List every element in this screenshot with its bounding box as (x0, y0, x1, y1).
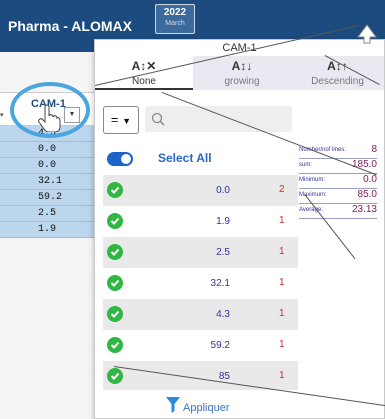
check-icon[interactable] (107, 306, 123, 322)
stat-row: Number/nof lines: 8 (299, 144, 379, 159)
search-icon (151, 112, 165, 126)
item-value: 4.3 (216, 309, 230, 320)
item-count: 1 (279, 246, 285, 257)
select-all-label: Select All (158, 151, 212, 165)
table-cell[interactable]: 0.0 (0, 158, 100, 174)
stat-value: 8 (371, 144, 377, 155)
item-value: 0.0 (216, 185, 230, 196)
month-label: March (165, 20, 185, 27)
item-value: 2.5 (216, 247, 230, 258)
item-value: 1.9 (216, 216, 230, 227)
stat-value: 185.0 (351, 159, 377, 170)
check-icon[interactable] (107, 213, 123, 229)
stat-row: Average: 23.13 (299, 204, 379, 219)
list-item[interactable]: 59.2 1 (103, 330, 298, 361)
list-item[interactable]: 4.3 1 (103, 299, 298, 330)
app-title: Pharma - ALOMAX (8, 18, 132, 34)
check-icon[interactable] (107, 275, 123, 291)
table-cell[interactable]: 2.5 (0, 206, 100, 222)
apply-label: Appliquer (183, 402, 230, 414)
check-icon[interactable] (107, 368, 123, 384)
search-input[interactable] (169, 109, 291, 131)
check-icon[interactable] (107, 244, 123, 260)
stat-label: sum: (299, 162, 313, 168)
item-count: 1 (279, 308, 285, 319)
item-count: 1 (279, 215, 285, 226)
pointing-hand-icon (38, 104, 61, 132)
list-item[interactable]: 1.9 1 (103, 206, 298, 237)
check-icon[interactable] (107, 182, 123, 198)
stat-value: 0.0 (363, 174, 377, 185)
check-icon[interactable] (107, 337, 123, 353)
table-cell[interactable]: 0.0 (0, 142, 100, 158)
period-selector[interactable]: 2022 March (155, 4, 195, 34)
table-cell[interactable]: 32.1 (0, 174, 100, 190)
year-label: 2022 (163, 7, 187, 18)
stat-value: 85.0 (357, 189, 377, 200)
sort-ascending-button[interactable]: A↕↓ growing (193, 56, 291, 90)
table-cell[interactable]: 1.9 (0, 222, 100, 238)
sort-descending-label: Descending (311, 76, 364, 87)
select-all-row[interactable]: Select All (103, 144, 298, 175)
arrow-up-icon (357, 24, 377, 44)
item-count: 1 (279, 370, 285, 381)
item-count: 2 (279, 184, 285, 195)
sort-descending-icon: A↕↑ (327, 59, 348, 73)
sort-ascending-label: growing (224, 76, 260, 87)
popup-title: CAM-1 (222, 42, 257, 54)
list-item[interactable]: 32.1 1 (103, 268, 298, 299)
chevron-down-icon: ▼ (122, 116, 132, 126)
select-all-toggle[interactable] (107, 152, 133, 166)
item-value: 59.2 (210, 340, 230, 351)
item-value: 32.1 (210, 278, 230, 289)
column-values: 4.3 0.0 0.0 32.1 59.2 2.5 1.9 (0, 126, 100, 238)
item-count: 1 (279, 339, 285, 350)
list-item[interactable]: 2.5 1 (103, 237, 298, 268)
sort-options: A↕✕ None A↕↓ growing A↕↑ Descending (95, 56, 384, 90)
value-list: Select All 0.0 2 1.9 1 2.5 1 32.1 1 4.3 … (103, 144, 298, 390)
item-count: 1 (279, 277, 285, 288)
stat-row: Minimum: 0.0 (299, 174, 379, 189)
prev-column-dropdown-icon[interactable]: ▾ (0, 111, 4, 119)
stat-label: Maximum: (299, 192, 327, 198)
stat-label: Minimum: (299, 177, 326, 183)
search-field (145, 106, 292, 132)
divider (299, 218, 377, 219)
table-cell[interactable]: 59.2 (0, 190, 100, 206)
operator-value: = (110, 112, 119, 127)
operator-select[interactable]: = ▼ (103, 106, 139, 134)
statistics-panel: Number/nof lines: 8 sum: 185.0 Minimum: … (299, 144, 379, 219)
filter-funnel-icon (166, 397, 180, 413)
column-filter-popup: CAM-1 A↕✕ None A↕↓ growing A↕↑ Descendin… (94, 39, 385, 419)
stat-value: 23.13 (351, 204, 377, 215)
list-item[interactable]: 0.0 2 (103, 175, 298, 206)
